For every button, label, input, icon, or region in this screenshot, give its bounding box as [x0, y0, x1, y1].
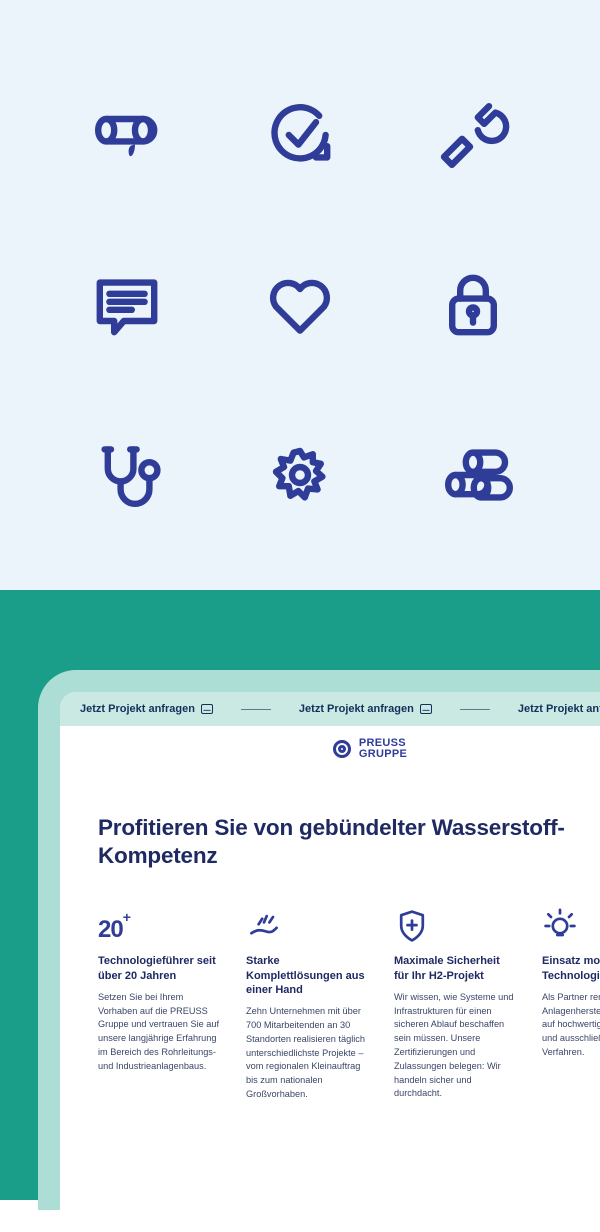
page-headline: Profitieren Sie von gebündelter Wasserst…: [98, 814, 600, 870]
hand-icon: [246, 904, 368, 944]
site-mockup-panel: Jetzt Projekt anfragen Jetzt Projekt anf…: [0, 590, 600, 1200]
feature-card: Einsatz modernster Technologien Als Part…: [542, 904, 600, 1101]
device-frame: Jetzt Projekt anfragen Jetzt Projekt anf…: [38, 670, 600, 1210]
stat-icon: 20+: [98, 904, 220, 944]
mail-icon: [201, 704, 213, 714]
feature-body: Wir wissen, wie Systeme und Infrastruktu…: [394, 991, 516, 1101]
feature-title: Einsatz modernster Technologien: [542, 954, 600, 983]
stethoscope-icon: [87, 435, 167, 515]
brand-logo[interactable]: PREUSSGRUPPE: [60, 726, 600, 772]
feature-body: Als Partner renommierter Anlagenherstell…: [542, 991, 600, 1060]
feature-row: 20+ Technologieführer seit über 20 Jahre…: [98, 904, 600, 1101]
cta-label: Jetzt Projekt anfragen: [299, 703, 414, 715]
page-content: Profitieren Sie von gebündelter Wasserst…: [60, 772, 600, 1102]
wrench-icon: [433, 95, 513, 175]
cta-link[interactable]: Jetzt Projekt anfragen: [80, 703, 213, 715]
feature-body: Setzen Sie bei Ihrem Vorhaben auf die PR…: [98, 991, 220, 1074]
feature-card: Starke Komplettlösungen aus einer Hand Z…: [246, 904, 368, 1101]
mail-icon: [420, 704, 432, 714]
feature-body: Zehn Unternehmen mit über 700 Mitarbeite…: [246, 1005, 368, 1102]
cta-link[interactable]: Jetzt Projekt anfragen: [299, 703, 432, 715]
cta-link[interactable]: Jetzt Projekt anfragen: [518, 703, 600, 715]
pipes-stack-icon: [433, 435, 513, 515]
brand-mark-icon: [333, 740, 351, 758]
shield-plus-icon: [394, 904, 516, 944]
feature-title: Technologieführer seit über 20 Jahren: [98, 954, 220, 983]
feature-title: Maximale Sicherheit für Ihr H2-Projekt: [394, 954, 516, 983]
cta-ticker: Jetzt Projekt anfragen Jetzt Projekt anf…: [60, 692, 600, 726]
screen: Jetzt Projekt anfragen Jetzt Projekt anf…: [60, 692, 600, 1232]
lock-icon: [433, 265, 513, 345]
chat-note-icon: [87, 265, 167, 345]
ticker-separator: [460, 709, 490, 710]
ticker-separator: [241, 709, 271, 710]
cta-label: Jetzt Projekt anfragen: [80, 703, 195, 715]
brand-text: PREUSSGRUPPE: [359, 738, 407, 760]
feature-card: 20+ Technologieführer seit über 20 Jahre…: [98, 904, 220, 1101]
check-circle-arrow-icon: [260, 95, 340, 175]
pipe-drop-icon: [87, 95, 167, 175]
heart-icon: [260, 265, 340, 345]
bulb-icon: [542, 904, 600, 944]
feature-card: Maximale Sicherheit für Ihr H2-Projekt W…: [394, 904, 516, 1101]
feature-title: Starke Komplettlösungen aus einer Hand: [246, 954, 368, 997]
gear-icon: [260, 435, 340, 515]
cta-label: Jetzt Projekt anfragen: [518, 703, 600, 715]
icon-grid-panel: [0, 0, 600, 590]
